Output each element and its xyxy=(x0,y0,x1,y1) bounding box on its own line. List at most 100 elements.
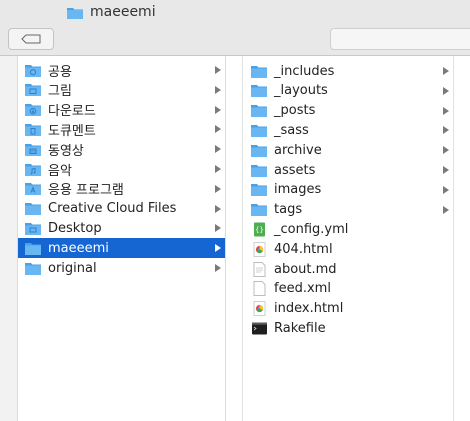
list-item[interactable]: feed.xml xyxy=(243,279,453,299)
list-item[interactable]: _layouts xyxy=(243,81,453,101)
item-label: maeeemi xyxy=(48,240,109,256)
folder-icon xyxy=(250,64,268,79)
back-button[interactable] xyxy=(8,28,54,50)
movies-folder-icon xyxy=(24,142,42,157)
folder-icon xyxy=(250,83,268,98)
list-item[interactable]: images xyxy=(243,180,453,200)
window-title-group: maeeemi xyxy=(66,4,156,20)
disclosure-arrow-icon xyxy=(215,264,221,272)
sidebar-column: 공용그림다운로드도큐멘트동영상음악응용 프로그램 Creative Cloud F… xyxy=(18,56,226,421)
item-label: original xyxy=(48,260,97,276)
left-gutter xyxy=(0,56,18,421)
disclosure-arrow-icon xyxy=(215,224,221,233)
list-item[interactable]: Rakefile xyxy=(243,318,453,338)
list-item[interactable]: original xyxy=(18,258,225,278)
item-label: 음악 xyxy=(48,163,72,179)
list-item[interactable]: about.md xyxy=(243,259,453,279)
folder-icon xyxy=(250,143,268,158)
item-label: _includes xyxy=(274,63,335,79)
disclosure-arrow-icon xyxy=(215,105,221,114)
disclosure-arrow-icon xyxy=(443,126,449,135)
disclosure-arrow-icon xyxy=(443,166,449,174)
list-item[interactable]: 동영상 xyxy=(18,139,225,159)
disclosure-arrow-icon xyxy=(215,145,221,154)
html-file-icon xyxy=(250,241,268,257)
yaml-file-icon: {} xyxy=(250,222,268,237)
item-label: about.md xyxy=(274,261,337,277)
list-item[interactable]: 공용 xyxy=(18,60,225,80)
list-item[interactable]: 다운로드 xyxy=(18,100,225,120)
list-item[interactable]: archive xyxy=(243,140,453,160)
documents-folder-icon xyxy=(24,122,42,137)
folder-icon xyxy=(250,182,268,197)
list-item[interactable]: 404.html xyxy=(243,239,453,259)
markdown-file-icon xyxy=(250,261,268,277)
item-label: Desktop xyxy=(48,220,102,236)
title-bar: maeeemi xyxy=(0,0,470,26)
folder-icon xyxy=(250,103,268,118)
item-label: 공용 xyxy=(48,64,72,80)
list-item[interactable]: maeeemi xyxy=(18,238,225,259)
folder-icon xyxy=(24,261,42,276)
disclosure-arrow-icon xyxy=(215,244,221,253)
item-label: Creative Cloud Files xyxy=(48,201,177,217)
downloads-folder-icon xyxy=(24,102,42,117)
list-item[interactable]: _sass xyxy=(243,120,453,140)
folder-icon xyxy=(66,5,84,20)
item-label: 응용 프로그램 xyxy=(48,183,124,199)
item-label: tags xyxy=(274,202,303,218)
disclosure-arrow-icon xyxy=(215,85,221,94)
folder-icon xyxy=(250,163,268,178)
column-browser: 공용그림다운로드도큐멘트동영상음악응용 프로그램 Creative Cloud F… xyxy=(0,56,470,421)
content-column: _includes _layouts _posts _sassarchive asset… xyxy=(243,56,453,421)
html-file-icon xyxy=(250,301,268,317)
folder-icon xyxy=(24,201,42,216)
item-label: images xyxy=(274,182,322,198)
disclosure-arrow-icon xyxy=(215,125,221,134)
item-label: Rakefile xyxy=(274,320,326,336)
disclosure-arrow-icon xyxy=(215,204,221,213)
list-item[interactable]: Creative Cloud Files xyxy=(18,199,225,219)
list-item[interactable]: tags xyxy=(243,200,453,220)
public-folder-icon xyxy=(24,63,42,78)
list-item[interactable]: assets xyxy=(243,160,453,180)
toolbar xyxy=(0,26,470,56)
search-field[interactable] xyxy=(330,28,470,50)
disclosure-arrow-icon xyxy=(443,86,449,95)
xml-file-icon xyxy=(250,281,268,297)
item-label: 다운로드 xyxy=(48,104,96,120)
list-item[interactable]: _posts xyxy=(243,101,453,121)
list-item[interactable]: 그림 xyxy=(18,80,225,100)
list-item[interactable]: _includes xyxy=(243,61,453,81)
item-label: 그림 xyxy=(48,84,72,100)
item-label: 도큐멘트 xyxy=(48,123,96,139)
list-item[interactable]: 응용 프로그램 xyxy=(18,179,225,199)
folder-icon xyxy=(250,123,268,138)
item-label: index.html xyxy=(274,301,344,317)
list-item[interactable]: index.html xyxy=(243,299,453,319)
item-label: _config.yml xyxy=(274,221,349,237)
item-label: assets xyxy=(274,162,316,178)
folder-icon xyxy=(250,202,268,217)
list-item[interactable]: {} _config.yml xyxy=(243,219,453,239)
disclosure-arrow-icon xyxy=(443,106,449,115)
tag-icon xyxy=(21,34,41,44)
disclosure-arrow-icon xyxy=(215,184,221,193)
item-label: _sass xyxy=(274,122,309,138)
disclosure-arrow-icon xyxy=(215,165,221,173)
item-label: _posts xyxy=(274,103,316,119)
svg-text:{}: {} xyxy=(255,226,264,234)
pictures-folder-icon xyxy=(24,82,42,97)
music-folder-icon xyxy=(24,162,42,177)
window-title: maeeemi xyxy=(90,4,156,20)
list-item[interactable]: Desktop xyxy=(18,218,225,238)
list-item[interactable]: 음악 xyxy=(18,159,225,179)
disclosure-arrow-icon xyxy=(443,146,449,155)
disclosure-arrow-icon xyxy=(215,66,221,74)
item-label: archive xyxy=(274,142,322,158)
item-label: 동영상 xyxy=(48,143,84,159)
column-divider[interactable] xyxy=(453,56,454,421)
item-label: 404.html xyxy=(274,241,333,257)
disclosure-arrow-icon xyxy=(443,185,449,194)
list-item[interactable]: 도큐멘트 xyxy=(18,119,225,139)
